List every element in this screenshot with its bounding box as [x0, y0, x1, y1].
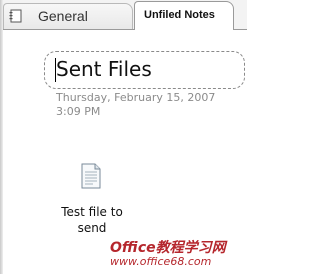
- notebook-icon: [9, 9, 22, 23]
- tab-general-label: General: [38, 8, 88, 24]
- tab-divider: [0, 29, 134, 30]
- page-date: Thursday, February 15, 2007: [56, 91, 216, 104]
- attachment-label[interactable]: Test file to send: [52, 204, 132, 236]
- watermark-url: www.office68.com: [110, 255, 212, 268]
- watermark: Office教程学习网 www.office68.com: [110, 237, 247, 273]
- page-title[interactable]: Sent Files: [56, 57, 152, 81]
- tab-general[interactable]: General: [3, 3, 133, 30]
- watermark-brand: Office教程学习网: [110, 240, 226, 256]
- section-tab-bar: General Unfiled Notes: [0, 0, 247, 30]
- text-file-icon[interactable]: [81, 163, 101, 189]
- tab-divider-right: [234, 29, 247, 30]
- page-edge: [0, 0, 3, 274]
- tab-unfiled-notes-label: Unfiled Notes: [144, 9, 215, 21]
- page-time: 3:09 PM: [56, 105, 101, 118]
- tab-unfiled-notes[interactable]: Unfiled Notes: [134, 1, 234, 30]
